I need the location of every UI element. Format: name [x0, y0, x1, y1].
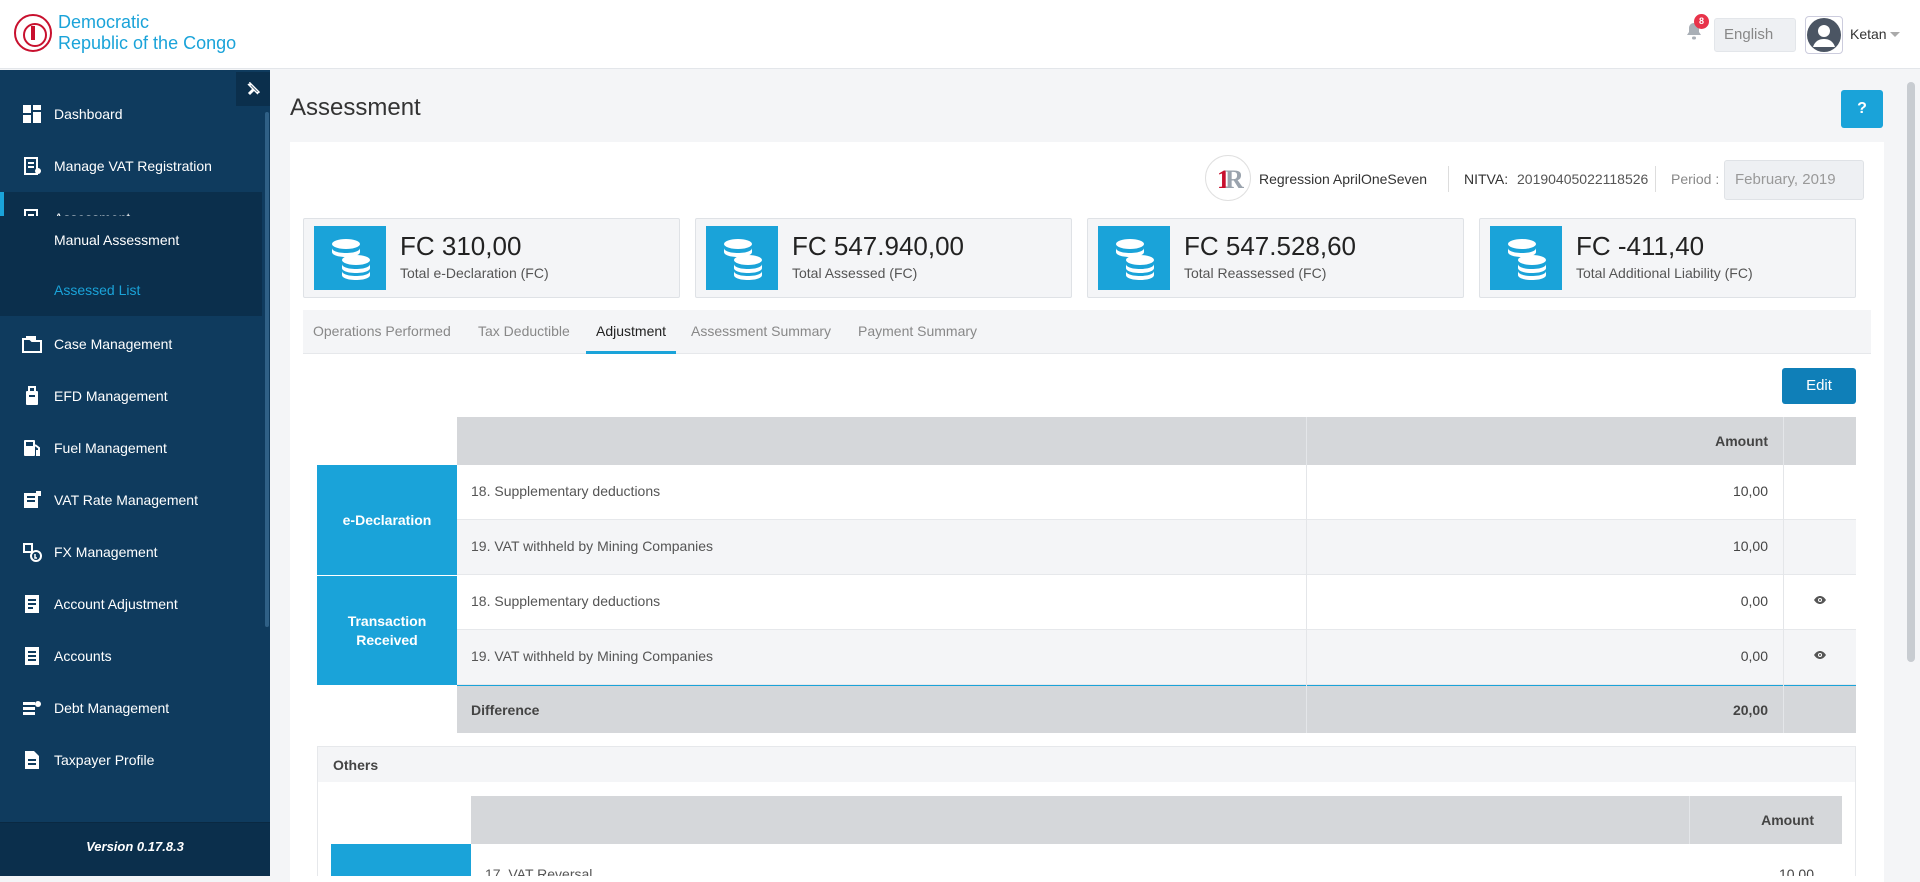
sidebar-item-manage-vat-registration[interactable]: Manage VAT Registration	[0, 140, 262, 192]
nitva-value: 20190405022118526	[1517, 171, 1649, 187]
help-button[interactable]: ?	[1841, 90, 1883, 128]
coat-of-arms-logo	[14, 14, 52, 52]
registration-icon	[22, 156, 42, 176]
tab-adjustment[interactable]: Adjustment	[586, 310, 677, 354]
table-row: 18. Supplementary deductions 0,00	[457, 575, 1856, 630]
fuel-icon	[22, 438, 42, 458]
accounts-icon	[22, 646, 42, 666]
others-table-header: Amount	[471, 796, 1842, 844]
sidebar-item-fuel-management[interactable]: Fuel Management	[0, 422, 262, 474]
amount-column-header: Amount	[1715, 433, 1768, 449]
tab-tax-deductible[interactable]: Tax Deductible	[468, 310, 580, 354]
table-row: 17. VAT Reversal 10,00	[471, 844, 1842, 876]
sidebar-item-case-management[interactable]: Case Management	[0, 318, 262, 370]
sidebar-item-taxpayer-profile[interactable]: Taxpayer Profile	[0, 734, 262, 786]
table-row: 19. VAT withheld by Mining Companies 0,0…	[457, 630, 1856, 685]
debt-icon	[22, 698, 42, 718]
notification-badge: 8	[1694, 14, 1709, 29]
taxpayer-name: Regression AprilOneSeven	[1259, 171, 1428, 187]
profile-icon	[22, 750, 42, 770]
fx-icon	[22, 542, 42, 562]
sidebar-item-dashboard[interactable]: Dashboard	[0, 88, 262, 140]
app-version: Version 0.17.8.3	[0, 822, 270, 876]
sidebar-item-fx-management[interactable]: FX Management	[0, 526, 262, 578]
page-title: Assessment	[290, 94, 421, 121]
tab-payment-summary[interactable]: Payment Summary	[848, 310, 987, 354]
tab-assessment-summary[interactable]: Assessment Summary	[681, 310, 841, 354]
avatar[interactable]	[1805, 16, 1843, 54]
chevron-down-icon[interactable]	[1890, 32, 1900, 37]
top-header: Democratic Republic of the Congo 8 Engli…	[0, 0, 1920, 69]
main-scrollbar[interactable]	[1907, 82, 1915, 662]
assessment-submenu: Manual Assessment Assessed List	[0, 216, 262, 316]
user-name[interactable]: Ketan	[1850, 26, 1887, 42]
coins-icon	[706, 226, 778, 290]
brand-title[interactable]: Democratic Republic of the Congo	[58, 12, 236, 54]
table-header: Amount	[457, 417, 1856, 465]
eye-icon[interactable]	[1813, 650, 1827, 660]
language-select[interactable]: English	[1714, 18, 1796, 52]
difference-row: Difference 20,00	[457, 685, 1856, 733]
dashboard-icon	[22, 104, 42, 124]
sidebar: Dashboard Manage VAT Registration Assess…	[0, 70, 270, 876]
tab-operations-performed[interactable]: Operations Performed	[303, 310, 461, 354]
sidebar-item-efd-management[interactable]: EFD Management	[0, 370, 262, 422]
coins-icon	[314, 226, 386, 290]
rate-icon	[22, 490, 42, 510]
nitva-label: NITVA:	[1464, 171, 1509, 187]
submenu-assessed-list[interactable]: Assessed List	[54, 282, 140, 298]
coins-icon	[1098, 226, 1170, 290]
others-title: Others	[333, 757, 379, 773]
group-transaction-received: Transaction Received	[317, 575, 457, 685]
eye-icon[interactable]	[1813, 595, 1827, 605]
stat-total-assessed: FC 547.940,00 Total Assessed (FC)	[695, 218, 1072, 298]
others-group-label	[331, 844, 471, 876]
table-row: 19. VAT withheld by Mining Companies 10,…	[457, 520, 1856, 575]
sidebar-item-vat-rate-management[interactable]: VAT Rate Management	[0, 474, 262, 526]
coins-icon	[1490, 226, 1562, 290]
sidebar-scrollbar[interactable]	[265, 112, 269, 627]
period-label: Period :	[1671, 171, 1720, 187]
divider	[1448, 166, 1449, 192]
submenu-manual-assessment[interactable]: Manual Assessment	[54, 232, 179, 248]
edit-button[interactable]: Edit	[1782, 368, 1856, 404]
column-divider	[1783, 417, 1784, 733]
table-row: 18. Supplementary deductions 10,00	[457, 465, 1856, 520]
sidebar-item-debt-management[interactable]: Debt Management	[0, 682, 262, 734]
adjustment-icon	[22, 594, 42, 614]
device-icon	[22, 386, 42, 406]
amount-column-header: Amount	[1761, 812, 1814, 828]
taxpayer-logo: 1 R	[1205, 155, 1251, 201]
group-e-declaration: e-Declaration	[317, 465, 457, 575]
stat-total-e-declaration: FC 310,00 Total e-Declaration (FC)	[303, 218, 680, 298]
divider	[1655, 166, 1656, 192]
stat-total-reassessed: FC 547.528,60 Total Reassessed (FC)	[1087, 218, 1464, 298]
assessment-tabs: Operations Performed Tax Deductible Adju…	[303, 310, 1871, 354]
period-field[interactable]: February, 2019	[1724, 160, 1864, 200]
sidebar-item-account-adjustment[interactable]: Account Adjustment	[0, 578, 262, 630]
column-divider	[1306, 417, 1307, 733]
folder-icon	[22, 334, 42, 354]
stat-total-additional-liability: FC -411,40 Total Additional Liability (F…	[1479, 218, 1856, 298]
sidebar-item-accounts[interactable]: Accounts	[0, 630, 262, 682]
